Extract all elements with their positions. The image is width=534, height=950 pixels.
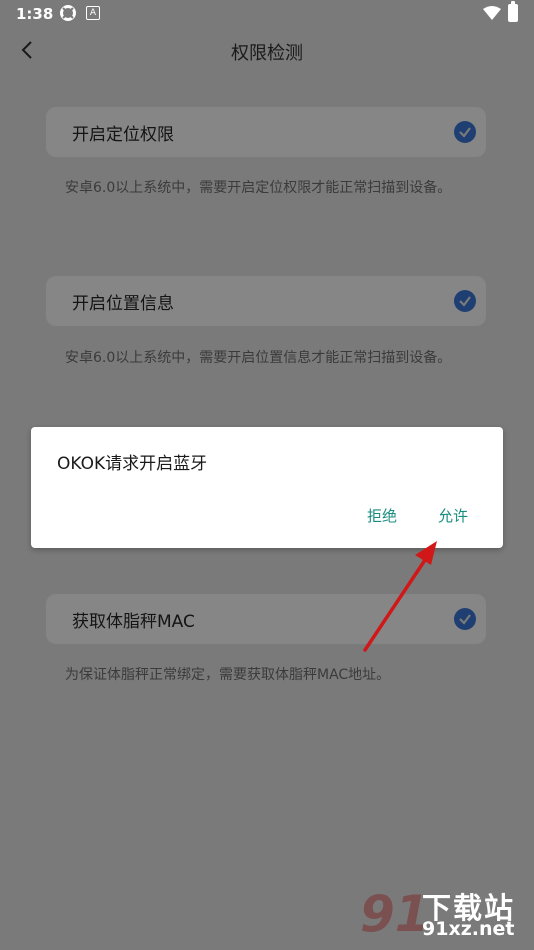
allow-button[interactable]: 允许 bbox=[438, 505, 468, 526]
dialog-title: OKOK请求开启蓝牙 bbox=[57, 454, 208, 474]
a-notification-icon: A bbox=[86, 6, 100, 20]
annotation-arrow-icon bbox=[363, 541, 437, 652]
permission-label: 开启位置信息 bbox=[72, 294, 174, 314]
permission-desc: 安卓6.0以上系统中，需要开启定位权限才能正常扫描到设备。 bbox=[65, 180, 452, 196]
wifi-icon bbox=[483, 6, 501, 20]
permission-desc: 安卓6.0以上系统中，需要开启位置信息才能正常扫描到设备。 bbox=[65, 350, 452, 366]
permission-card-location[interactable]: 开启定位权限 bbox=[46, 107, 486, 157]
sync-icon bbox=[60, 5, 76, 21]
battery-icon bbox=[508, 1, 518, 22]
permission-label: 获取体脂秤MAC bbox=[72, 612, 195, 632]
watermark-logo: 91 bbox=[360, 885, 430, 943]
reject-button[interactable]: 拒绝 bbox=[367, 505, 397, 526]
check-circle-icon bbox=[454, 121, 476, 143]
app-bar: 权限检测 bbox=[0, 30, 534, 70]
watermark: 91 下载站 91xz.net bbox=[360, 885, 530, 947]
check-circle-icon bbox=[454, 608, 476, 630]
check-circle-icon bbox=[454, 290, 476, 312]
page-title: 权限检测 bbox=[231, 43, 303, 64]
permission-card-position-info[interactable]: 开启位置信息 bbox=[46, 276, 486, 326]
permission-label: 开启定位权限 bbox=[72, 125, 174, 145]
watermark-url: 91xz.net bbox=[422, 918, 515, 940]
bluetooth-request-dialog: OKOK请求开启蓝牙 拒绝 允许 bbox=[31, 427, 503, 548]
permission-desc: 为保证体脂秤正常绑定，需要获取体脂秤MAC地址。 bbox=[65, 667, 391, 683]
status-time: 1:38 bbox=[16, 5, 54, 23]
status-bar: 1:38 A bbox=[0, 0, 534, 30]
